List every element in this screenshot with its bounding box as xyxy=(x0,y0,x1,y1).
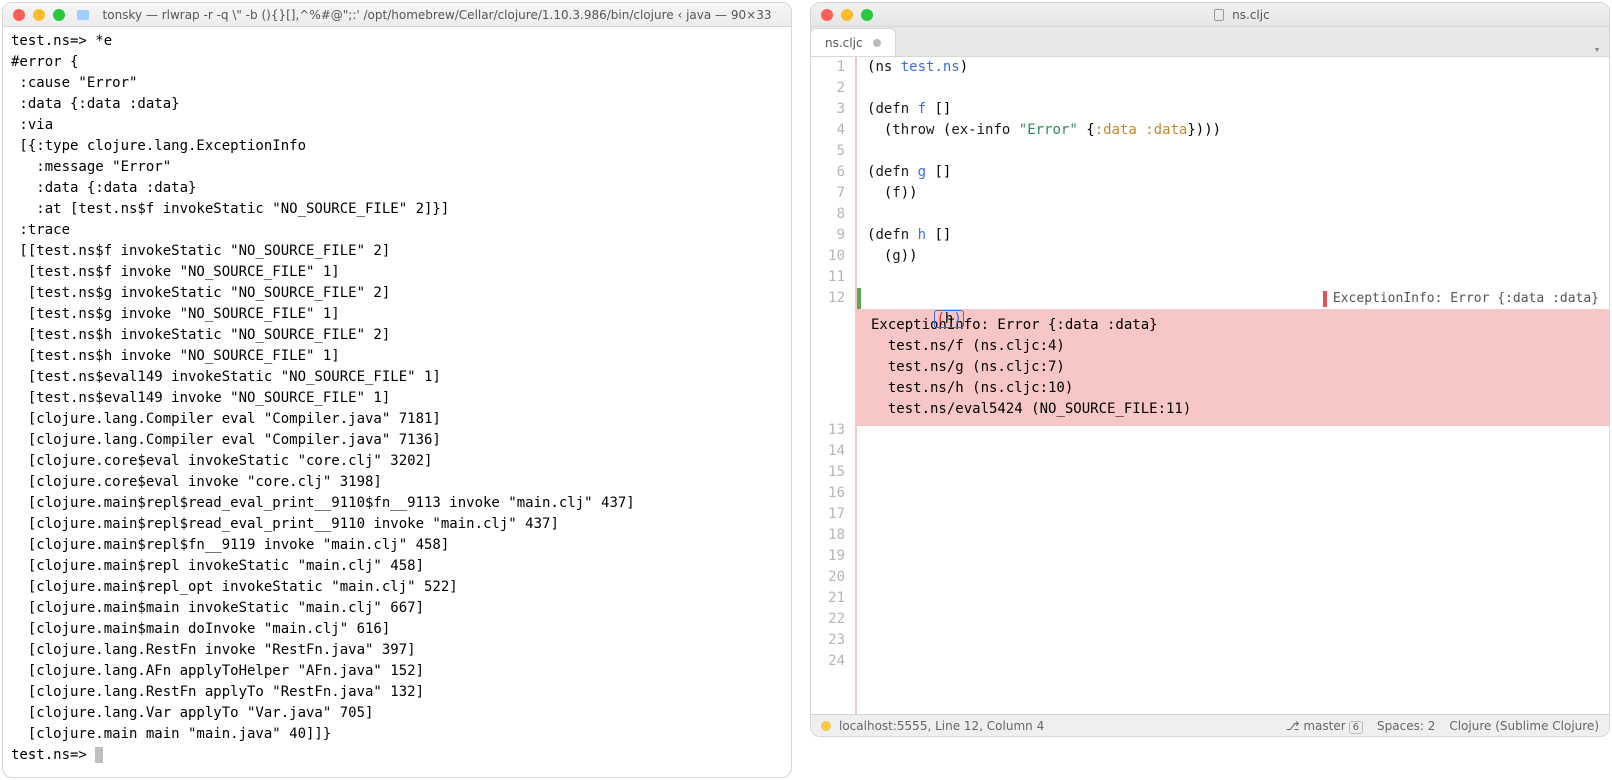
inline-error: ExceptionInfo: Error {:data :data} xyxy=(1323,288,1599,309)
code-line: (throw (ex-info "Error" {:data :data}))) xyxy=(857,120,1609,141)
line-number: 8 xyxy=(811,204,845,225)
code-line: (defn h [] xyxy=(857,225,1609,246)
editor-window: ns.cljc ns.cljc ▾ 1 2 3 4 5 6 7 8 9 10 1… xyxy=(810,2,1610,737)
terminal-prompt: test.ns=> xyxy=(11,747,95,763)
code-line: (defn g [] xyxy=(857,162,1609,183)
folder-icon xyxy=(77,10,89,20)
inline-error-text: ExceptionInfo: Error {:data :data} xyxy=(1333,288,1599,309)
error-bar-icon xyxy=(1323,291,1327,307)
gutter: 1 2 3 4 5 6 7 8 9 10 11 12 13 14 15 16 1… xyxy=(811,57,857,714)
editor-titlebar: ns.cljc xyxy=(811,3,1609,27)
tab-nscljc[interactable]: ns.cljc xyxy=(810,28,896,56)
code-line xyxy=(857,267,1609,288)
maximize-icon[interactable] xyxy=(861,9,873,21)
traffic-lights xyxy=(821,9,873,21)
line-number: 20 xyxy=(811,567,845,588)
error-block: ExceptionInfo: Error {:data :data} test.… xyxy=(857,309,1609,426)
code-line xyxy=(857,594,1609,615)
tab-overflow-icon[interactable]: ▾ xyxy=(1585,43,1609,56)
code-line: (g)) xyxy=(857,246,1609,267)
code-line: (h) ExceptionInfo: Error {:data :data} xyxy=(857,288,1609,309)
code-line xyxy=(857,636,1609,657)
editor-title: ns.cljc xyxy=(885,8,1599,22)
tab-bar: ns.cljc ▾ xyxy=(811,27,1609,57)
line-number: 7 xyxy=(811,183,845,204)
editor-title-text: ns.cljc xyxy=(1232,8,1270,22)
code-line xyxy=(857,573,1609,594)
status-syntax[interactable]: Clojure (Sublime Clojure) xyxy=(1449,719,1599,733)
line-number: 11 xyxy=(811,267,845,288)
editor-wrap: ns.cljc ns.cljc ▾ 1 2 3 4 5 6 7 8 9 10 1… xyxy=(794,0,1612,780)
code-line xyxy=(857,204,1609,225)
line-number: 17 xyxy=(811,504,845,525)
code-line xyxy=(857,447,1609,468)
code-line xyxy=(857,510,1609,531)
line-number: 23 xyxy=(811,630,845,651)
file-icon xyxy=(1214,9,1224,21)
code-line xyxy=(857,468,1609,489)
terminal-titlebar: tonsky — rlwrap -r -q \" -b (){}[],^%#@"… xyxy=(3,3,791,27)
line-number: 12 xyxy=(811,288,845,309)
close-icon[interactable] xyxy=(13,9,25,21)
maximize-icon[interactable] xyxy=(53,9,65,21)
line-number: 15 xyxy=(811,462,845,483)
code-line xyxy=(857,615,1609,636)
cursor-icon xyxy=(95,747,103,763)
close-icon[interactable] xyxy=(821,9,833,21)
status-connection[interactable]: localhost:5555, Line 12, Column 4 xyxy=(839,719,1044,733)
status-bar: localhost:5555, Line 12, Column 4 ⎇ mast… xyxy=(811,714,1609,736)
code-lines[interactable]: (ns test.ns) (defn f [] (throw (ex-info … xyxy=(857,57,1609,714)
line-number: 4 xyxy=(811,120,845,141)
code-line xyxy=(857,141,1609,162)
code-line xyxy=(857,78,1609,99)
status-branch[interactable]: ⎇ master6 xyxy=(1286,719,1363,733)
code-line: (defn f [] xyxy=(857,99,1609,120)
terminal-output: test.ns=> *e #error { :cause "Error" :da… xyxy=(11,33,635,742)
line-number: 19 xyxy=(811,546,845,567)
status-left: localhost:5555, Line 12, Column 4 xyxy=(821,719,1044,733)
line-number: 10 xyxy=(811,246,845,267)
code-line xyxy=(857,657,1609,678)
terminal-body[interactable]: test.ns=> *e #error { :cause "Error" :da… xyxy=(3,27,791,777)
code-line xyxy=(857,531,1609,552)
status-spaces[interactable]: Spaces: 2 xyxy=(1377,719,1435,733)
line-number: 16 xyxy=(811,483,845,504)
terminal-window: tonsky — rlwrap -r -q \" -b (){}[],^%#@"… xyxy=(2,2,792,778)
line-number: 21 xyxy=(811,588,845,609)
code-line xyxy=(857,426,1609,447)
line-number: 14 xyxy=(811,441,845,462)
minimize-icon[interactable] xyxy=(841,9,853,21)
minimize-icon[interactable] xyxy=(33,9,45,21)
code-line: (f)) xyxy=(857,183,1609,204)
line-number: 24 xyxy=(811,651,845,672)
line-number: 22 xyxy=(811,609,845,630)
line-number: 6 xyxy=(811,162,845,183)
line-number: 1 xyxy=(811,57,845,78)
traffic-lights xyxy=(13,9,65,21)
repl-status-icon xyxy=(821,721,831,731)
line-number: 9 xyxy=(811,225,845,246)
code-line: (ns test.ns) xyxy=(857,57,1609,78)
line-number: 5 xyxy=(811,141,845,162)
line-number: 2 xyxy=(811,78,845,99)
code-area[interactable]: 1 2 3 4 5 6 7 8 9 10 11 12 13 14 15 16 1… xyxy=(811,57,1609,714)
terminal-title: tonsky — rlwrap -r -q \" -b (){}[],^%#@"… xyxy=(93,8,781,22)
line-number: 13 xyxy=(811,420,845,441)
tab-label: ns.cljc xyxy=(825,36,863,50)
code-line xyxy=(857,552,1609,573)
line-number: 18 xyxy=(811,525,845,546)
code-line xyxy=(857,489,1609,510)
line-number: 3 xyxy=(811,99,845,120)
dirty-dot-icon xyxy=(873,39,881,47)
eval-form: (h) xyxy=(934,310,963,328)
gutter-gap xyxy=(811,309,845,420)
